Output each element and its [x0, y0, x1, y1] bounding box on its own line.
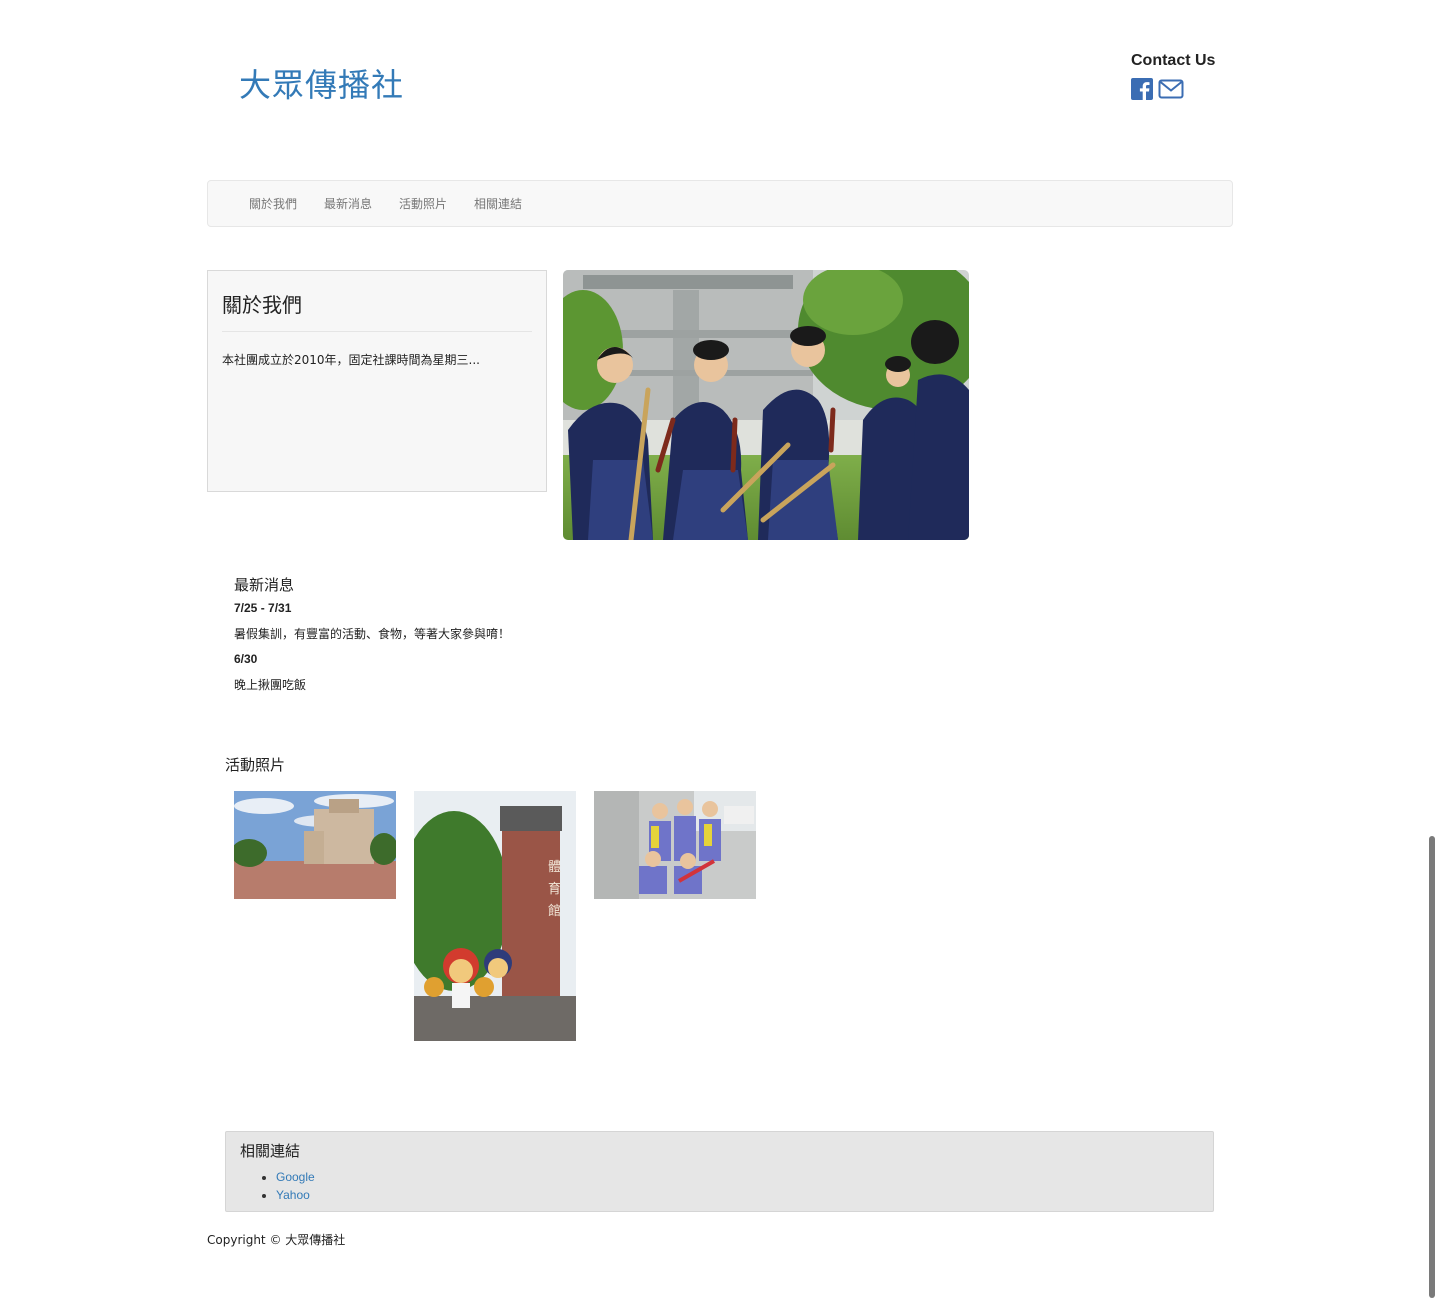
contact-section: Contact Us	[1131, 52, 1241, 102]
contact-icons	[1131, 78, 1241, 102]
link-google[interactable]: Google	[276, 1170, 315, 1184]
nav-item-about[interactable]: 關於我們	[249, 195, 297, 212]
list-item: Google	[276, 1168, 315, 1186]
news-date: 6/30	[234, 652, 258, 666]
photos-title: 活動照片	[225, 756, 286, 774]
nav-items: 關於我們 最新消息 活動照片 相關連結	[249, 181, 549, 226]
nav-item-photos[interactable]: 活動照片	[399, 195, 447, 212]
scrollbar-thumb[interactable]	[1429, 836, 1435, 1298]
footer-copyright: Copyright © 大眾傳播社	[207, 1233, 346, 1247]
facebook-icon[interactable]	[1131, 78, 1155, 102]
page: 大眾傳播社 Contact Us 關於我們 最新消息 活動照片 相關連結 關於我…	[0, 0, 1439, 1303]
gallery-photo[interactable]	[234, 791, 396, 899]
link-yahoo[interactable]: Yahoo	[276, 1188, 310, 1202]
mail-icon[interactable]	[1158, 78, 1184, 102]
news-title: 最新消息	[234, 576, 295, 594]
links-list: Google Yahoo	[262, 1168, 315, 1204]
links-title: 相關連結	[240, 1142, 301, 1160]
gallery-photo[interactable]: 體 育 館	[414, 791, 576, 1041]
svg-text:館: 館	[548, 904, 561, 919]
news-date: 7/25 - 7/31	[234, 601, 292, 615]
about-text: 本社團成立於2010年，固定社課時間為星期三...	[222, 353, 480, 367]
gallery-photo[interactable]	[594, 791, 756, 899]
svg-text:育: 育	[548, 881, 561, 897]
about-divider	[222, 331, 532, 332]
news-section: 最新消息 7/25 - 7/31 暑假集訓，有豐富的活動、食物，等著大家參與唷！…	[234, 574, 510, 703]
list-item: Yahoo	[276, 1186, 315, 1204]
about-title: 關於我們	[222, 293, 302, 317]
news-text: 暑假集訓，有豐富的活動、食物，等著大家參與唷！	[234, 627, 511, 641]
nav-item-news[interactable]: 最新消息	[324, 195, 372, 212]
links-panel: 相關連結 Google Yahoo	[225, 1131, 1214, 1212]
svg-text:體: 體	[548, 860, 561, 875]
nav-item-links[interactable]: 相關連結	[474, 195, 522, 212]
contact-title: Contact Us	[1131, 52, 1216, 69]
hero-photo	[563, 270, 969, 540]
news-text: 晚上揪團吃飯	[234, 678, 307, 692]
about-panel: 關於我們 本社團成立於2010年，固定社課時間為星期三...	[207, 270, 547, 492]
scrollbar[interactable]	[1427, 0, 1439, 1303]
navbar: 關於我們 最新消息 活動照片 相關連結	[207, 180, 1233, 227]
site-title[interactable]: 大眾傳播社	[239, 60, 404, 106]
